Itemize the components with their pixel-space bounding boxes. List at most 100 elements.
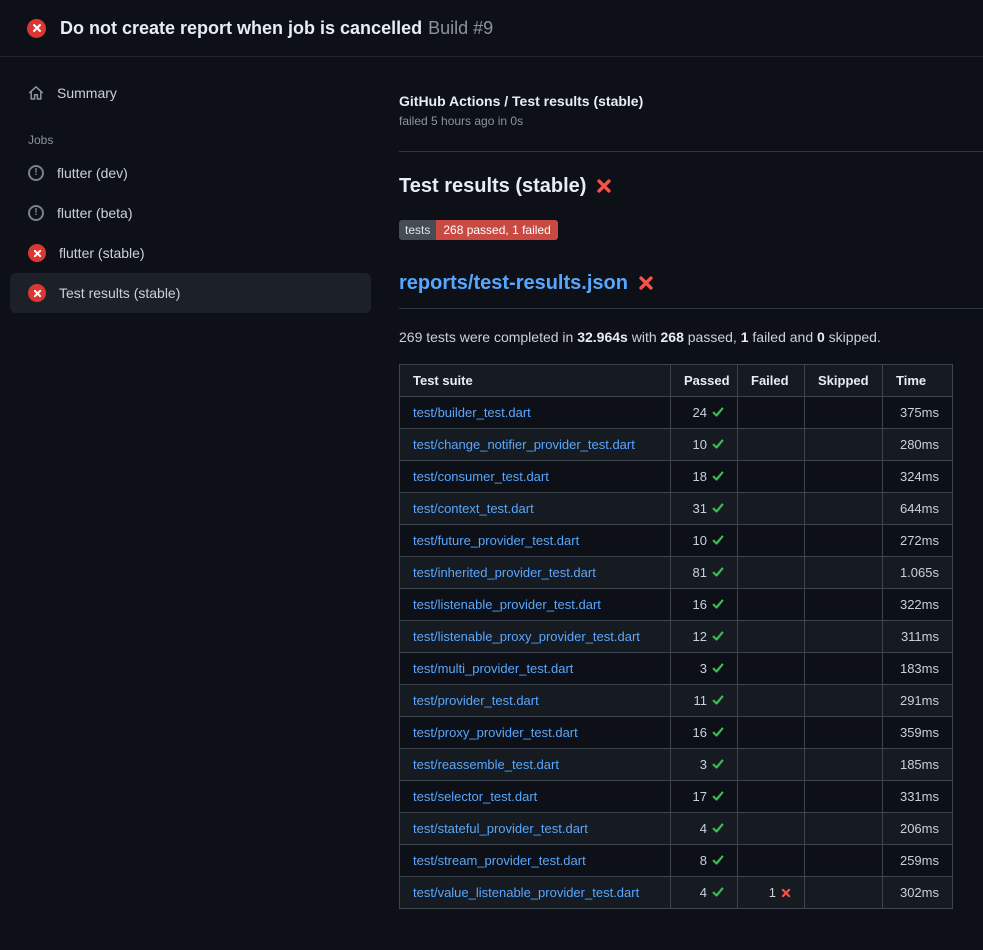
check-icon [707, 789, 724, 804]
failed-status-icon [28, 284, 46, 302]
check-icon [707, 405, 724, 420]
failed-cell [738, 493, 805, 525]
check-icon [707, 725, 724, 740]
passed-cell: 12 [671, 621, 738, 653]
skipped-cell [805, 429, 883, 461]
sidebar-item-flutter-stable[interactable]: flutter (stable) [10, 233, 371, 273]
test-suite-link[interactable]: test/selector_test.dart [413, 789, 537, 804]
skipped-cell [805, 877, 883, 909]
sidebar-item-flutter-beta[interactable]: !flutter (beta) [10, 193, 371, 233]
test-suite-link[interactable]: test/value_listenable_provider_test.dart [413, 885, 639, 900]
skipped-cell [805, 717, 883, 749]
alert-status-icon: ! [28, 165, 44, 181]
passed-cell: 10 [671, 525, 738, 557]
table-row: test/listenable_provider_test.dart16322m… [400, 589, 953, 621]
skipped-cell [805, 781, 883, 813]
table-row: test/selector_test.dart17331ms [400, 781, 953, 813]
failed-cell [738, 461, 805, 493]
passed-cell: 4 [671, 813, 738, 845]
test-suite-link[interactable]: test/provider_test.dart [413, 693, 539, 708]
badge-label: tests [399, 220, 436, 240]
check-icon [707, 821, 724, 836]
suite-cell: test/change_notifier_provider_test.dart [400, 429, 671, 461]
summary-number: 1 [741, 329, 749, 345]
skipped-cell [805, 845, 883, 877]
test-suite-link[interactable]: test/reassemble_test.dart [413, 757, 559, 772]
test-suite-link[interactable]: test/listenable_proxy_provider_test.dart [413, 629, 640, 644]
time-cell: 291ms [883, 685, 953, 717]
report-file-link[interactable]: reports/test-results.json [399, 272, 628, 295]
test-suite-link[interactable]: test/context_test.dart [413, 501, 534, 516]
table-row: test/multi_provider_test.dart3183ms [400, 653, 953, 685]
suite-cell: test/proxy_provider_test.dart [400, 717, 671, 749]
summary-number: 268 [661, 329, 684, 345]
failed-cell [738, 717, 805, 749]
table-row: test/provider_test.dart 11 291ms [400, 685, 953, 717]
table-row: test/builder_test.dart24375ms [400, 397, 953, 429]
sidebar-item-flutter-dev[interactable]: !flutter (dev) [10, 153, 371, 193]
time-cell: 644ms [883, 493, 953, 525]
test-suite-link[interactable]: test/builder_test.dart [413, 405, 531, 420]
suite-cell: test/reassemble_test.dart [400, 749, 671, 781]
failed-status-icon [27, 19, 46, 38]
summary-segment: failed and [749, 329, 818, 345]
test-suite-link[interactable]: test/listenable_provider_test.dart [413, 597, 601, 612]
failed-cell [738, 397, 805, 429]
build-title: Do not create report when job is cancell… [60, 18, 422, 38]
test-suite-link[interactable]: test/inherited_provider_test.dart [413, 565, 596, 580]
check-icon [707, 693, 724, 708]
sidebar-item-summary[interactable]: Summary [10, 73, 371, 113]
home-icon [28, 85, 44, 101]
passed-cell: 17 [671, 781, 738, 813]
passed-count: 31 [693, 501, 707, 516]
col-header-test-suite: Test suite [400, 365, 671, 397]
passed-cell: 10 [671, 429, 738, 461]
col-header-failed: Failed [738, 365, 805, 397]
passed-count: 16 [693, 597, 707, 612]
passed-cell: 3 [671, 653, 738, 685]
suite-cell: test/listenable_provider_test.dart [400, 589, 671, 621]
skipped-cell [805, 461, 883, 493]
results-table: Test suite Passed Failed Skipped Time te… [399, 364, 953, 909]
failed-cell [738, 525, 805, 557]
failed-cell [738, 557, 805, 589]
sidebar-item-test-results-stable[interactable]: Test results (stable) [10, 273, 371, 313]
check-icon [707, 501, 724, 516]
skipped-cell [805, 493, 883, 525]
test-suite-link[interactable]: test/consumer_test.dart [413, 469, 549, 484]
suite-cell: test/stateful_provider_test.dart [400, 813, 671, 845]
time-cell: 206ms [883, 813, 953, 845]
skipped-cell [805, 749, 883, 781]
job-label: Test results (stable) [59, 285, 180, 301]
test-suite-link[interactable]: test/stateful_provider_test.dart [413, 821, 588, 836]
summary-number: 0 [817, 329, 825, 345]
suite-cell: test/consumer_test.dart [400, 461, 671, 493]
run-meta: failed 5 hours ago in 0s [399, 114, 983, 128]
passed-count: 11 [694, 693, 708, 708]
passed-cell: 8 [671, 845, 738, 877]
passed-count: 12 [693, 629, 707, 644]
summary-number: 32.964s [577, 329, 628, 345]
skipped-cell [805, 813, 883, 845]
test-suite-link[interactable]: test/future_provider_test.dart [413, 533, 579, 548]
test-suite-link[interactable]: test/stream_provider_test.dart [413, 853, 586, 868]
sidebar-summary-label: Summary [57, 85, 117, 101]
time-cell: 185ms [883, 749, 953, 781]
suite-cell: test/multi_provider_test.dart [400, 653, 671, 685]
test-suite-link[interactable]: test/change_notifier_provider_test.dart [413, 437, 635, 452]
failed-cell [738, 685, 805, 717]
check-icon [707, 565, 724, 580]
jobs-list: !flutter (dev)!flutter (beta)flutter (st… [10, 153, 371, 313]
failed-cell [738, 429, 805, 461]
failed-cell [738, 621, 805, 653]
test-suite-link[interactable]: test/multi_provider_test.dart [413, 661, 573, 676]
passed-cell: 3 [671, 749, 738, 781]
failed-cell [738, 589, 805, 621]
test-suite-link[interactable]: test/proxy_provider_test.dart [413, 725, 578, 740]
passed-count: 4 [700, 821, 707, 836]
suite-cell: test/value_listenable_provider_test.dart [400, 877, 671, 909]
skipped-cell [805, 621, 883, 653]
suite-cell: test/listenable_proxy_provider_test.dart [400, 621, 671, 653]
results-table-head: Test suite Passed Failed Skipped Time [400, 365, 953, 397]
time-cell: 375ms [883, 397, 953, 429]
